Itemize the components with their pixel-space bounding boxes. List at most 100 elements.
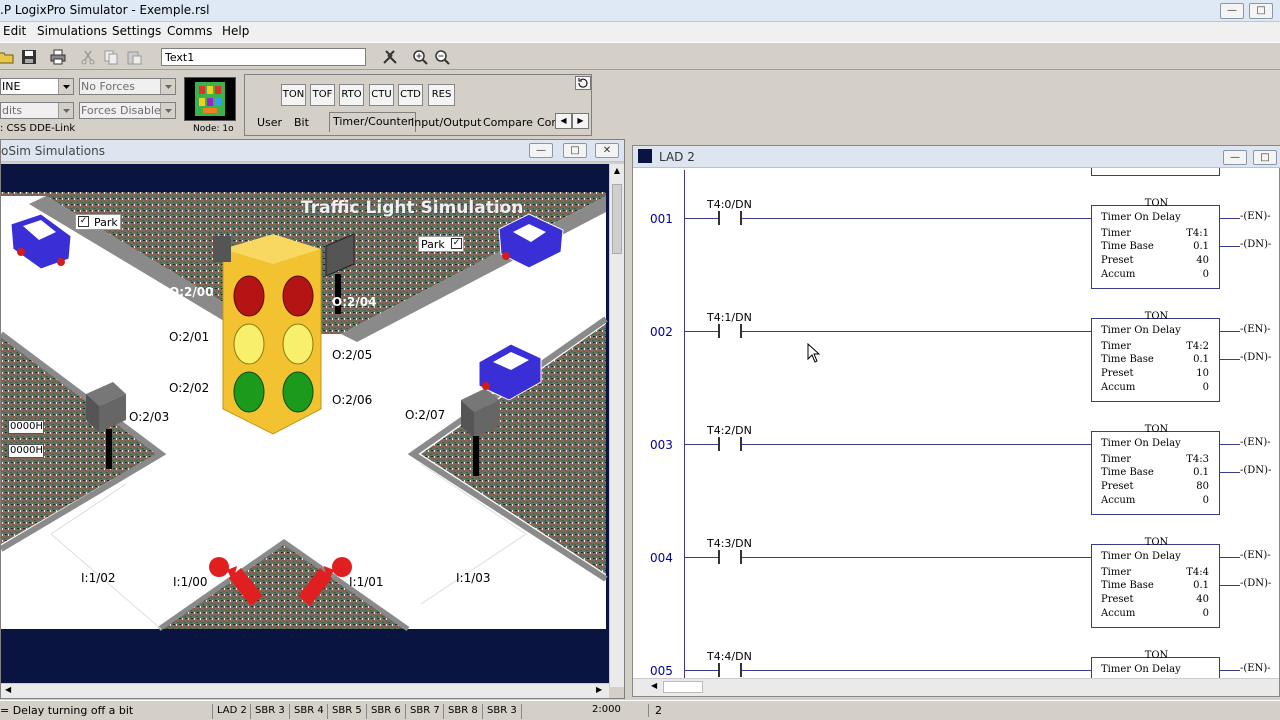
ton-timer-box[interactable]: TON Timer On Delay Timer T4:3 Time Base … xyxy=(1091,424,1220,515)
ctu-button[interactable]: CTU xyxy=(369,84,394,106)
rung-wire xyxy=(1220,331,1240,332)
tools-button[interactable] xyxy=(380,47,400,67)
pedestrian-button-right[interactable] xyxy=(296,552,356,612)
minimize-button[interactable]: — xyxy=(1220,3,1244,19)
paste-button[interactable] xyxy=(124,47,144,67)
park-left-checkbox[interactable]: ✓ Park xyxy=(75,214,121,230)
text-input[interactable] xyxy=(161,48,366,66)
ladder-minimize-button[interactable]: — xyxy=(1223,150,1247,165)
open-folder-icon xyxy=(0,52,14,64)
palette-refresh-button[interactable] xyxy=(575,76,591,90)
window-splitter[interactable] xyxy=(625,139,632,699)
park-right-checkbox[interactable]: Park ✓ xyxy=(418,236,464,252)
print-button[interactable] xyxy=(48,47,68,67)
output-label: O:2/01 xyxy=(169,330,210,344)
rung-wire xyxy=(685,670,1091,671)
menu-help[interactable]: Help xyxy=(222,24,249,38)
rung-wire xyxy=(685,557,1091,558)
xic-contact[interactable] xyxy=(718,550,742,564)
res-button[interactable]: RES xyxy=(428,84,455,106)
prosim-vertical-scrollbar[interactable]: ▲ xyxy=(609,164,624,687)
rung-number: 005 xyxy=(650,664,673,678)
tab-bit[interactable]: Bit xyxy=(291,114,312,134)
rto-button[interactable]: RTO xyxy=(339,84,364,106)
xic-contact[interactable] xyxy=(718,663,742,677)
xic-contact[interactable] xyxy=(718,324,742,338)
edits-select[interactable]: dits xyxy=(0,102,74,119)
prosim-title-bar: oSim Simulations — □ ✕ xyxy=(1,140,624,162)
prosim-minimize-button[interactable]: — xyxy=(529,143,553,158)
chevron-down-icon xyxy=(58,103,73,118)
xic-contact[interactable] xyxy=(718,211,742,225)
tab-timer-counter[interactable]: Timer/Counter xyxy=(329,112,417,132)
cut-button[interactable] xyxy=(78,47,98,67)
ctd-button[interactable]: CTD xyxy=(398,84,423,106)
menu-comms[interactable]: Comms xyxy=(167,24,212,38)
app-icon xyxy=(638,149,652,163)
en-output-coil: -(EN)- xyxy=(1240,437,1271,448)
mode-select[interactable]: INE xyxy=(0,78,74,95)
prosim-maximize-button[interactable]: □ xyxy=(563,143,587,158)
open-button[interactable] xyxy=(0,47,16,67)
refresh-icon xyxy=(578,78,588,88)
processor-logo[interactable] xyxy=(184,77,236,121)
prosim-horizontal-scrollbar[interactable]: ▶ ◀ xyxy=(1,683,609,698)
ladder-horizontal-scrollbar[interactable]: ◀ xyxy=(633,678,1279,696)
pedestrian-button-left[interactable] xyxy=(206,552,266,612)
tof-button[interactable]: TOF xyxy=(310,84,335,106)
output-label: O:2/06 xyxy=(332,393,373,407)
arrow-left-icon[interactable]: ◀ xyxy=(5,685,11,694)
tab-sbr-8[interactable]: SBR 8 xyxy=(443,704,482,719)
contact-address: T4:3/DN xyxy=(707,537,752,550)
ton-timer-box[interactable]: TON Timer On Delay Timer T4:2 Time Base … xyxy=(1091,311,1220,402)
forces-disabled-select[interactable]: Forces Disabled xyxy=(79,102,176,119)
xic-contact[interactable] xyxy=(718,437,742,451)
prosim-window: oSim Simulations — □ ✕ Traffic Light Sim… xyxy=(0,139,625,699)
tab-user[interactable]: User xyxy=(254,114,285,134)
paste-clipboard-icon xyxy=(127,51,142,65)
ladder-maximize-button[interactable]: □ xyxy=(1253,150,1277,165)
tab-scroll-right-button[interactable]: ▶ xyxy=(572,113,589,129)
rung-wire xyxy=(1220,218,1240,219)
ton-timer-box[interactable]: TON Timer On Delay Timer T4:1 Time Base … xyxy=(1091,198,1220,289)
tab-sbr-4[interactable]: SBR 4 xyxy=(289,704,328,719)
hex-display: 0000H xyxy=(8,420,44,434)
prosim-close-button[interactable]: ✕ xyxy=(595,143,619,158)
tab-sbr-5[interactable]: SBR 5 xyxy=(327,704,366,719)
scroll-thumb[interactable] xyxy=(612,184,622,254)
copy-button[interactable] xyxy=(101,47,121,67)
arrow-up-icon[interactable]: ▲ xyxy=(611,166,623,182)
previous-timer-box xyxy=(1091,168,1220,176)
tab-sbr-7[interactable]: SBR 7 xyxy=(405,704,444,719)
hex-display: 0000H xyxy=(8,444,44,458)
tab-input-output[interactable]: Input/Output xyxy=(408,114,484,134)
ton-timer-box[interactable]: TON Timer On Delay Timer T4:4 Time Base … xyxy=(1091,537,1220,628)
left-power-rail xyxy=(684,170,685,678)
tab-lad-2[interactable]: LAD 2 xyxy=(212,704,251,719)
tab-scroll-left-button[interactable]: ◀ xyxy=(555,113,572,129)
menu-edit[interactable]: Edit xyxy=(3,24,26,38)
contact-address: T4:4/DN xyxy=(707,650,752,663)
arrow-left-icon[interactable]: ◀ xyxy=(651,681,657,690)
chevron-down-icon xyxy=(160,103,175,118)
tab-compare[interactable]: Compare xyxy=(480,114,536,134)
status-message: = Delay turning off a bit xyxy=(0,704,134,717)
tab-sbr-6[interactable]: SBR 6 xyxy=(366,704,405,719)
forces-select[interactable]: No Forces xyxy=(79,78,176,95)
menu-settings[interactable]: Settings xyxy=(112,24,161,38)
scroll-thumb[interactable] xyxy=(663,681,703,693)
menu-simulations[interactable]: Simulations xyxy=(37,24,107,38)
ton-button[interactable]: TON xyxy=(281,84,306,106)
zoom-out-button[interactable] xyxy=(432,47,452,67)
output-label: O:2/05 xyxy=(332,348,373,362)
rung-wire xyxy=(1220,359,1240,360)
ton-timer-box[interactable]: TON Timer On Delay xyxy=(1091,650,1220,678)
maximize-button[interactable]: □ xyxy=(1249,3,1273,19)
arrow-right-icon[interactable]: ▶ xyxy=(596,685,602,694)
save-button[interactable] xyxy=(19,47,39,67)
tab-sbr-3[interactable]: SBR 3 xyxy=(250,704,289,719)
tab-sbr-3b[interactable]: SBR 3 xyxy=(482,704,522,719)
driver-label: : CSS DDE-Link xyxy=(0,123,76,134)
rung-number: 001 xyxy=(650,212,673,226)
zoom-in-button[interactable] xyxy=(410,47,430,67)
